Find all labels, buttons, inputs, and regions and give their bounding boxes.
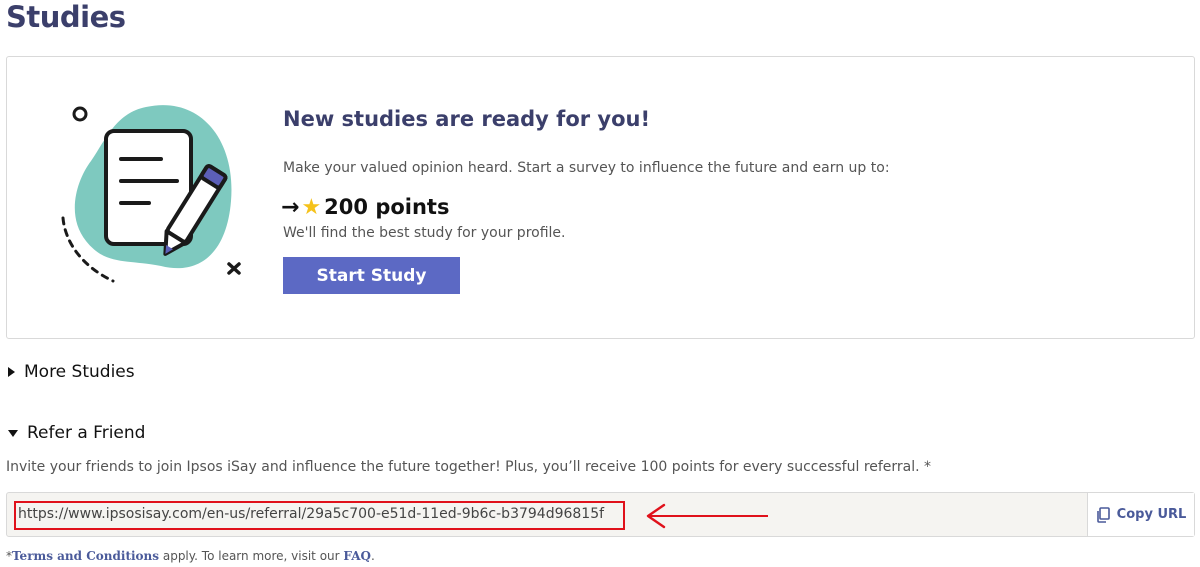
red-arrow-annotation: [646, 503, 768, 529]
refer-a-friend-label: Refer a Friend: [27, 423, 146, 443]
new-studies-card: New studies are ready for you! Make your…: [6, 56, 1195, 339]
referral-url-field: https://www.ipsosisay.com/en-us/referral…: [6, 492, 1195, 537]
footnote: *Terms and Conditions apply. To learn mo…: [6, 549, 375, 563]
more-studies-toggle[interactable]: More Studies: [8, 362, 135, 382]
refer-a-friend-toggle[interactable]: Refer a Friend: [8, 423, 145, 443]
footnote-suffix: .: [371, 549, 375, 563]
card-description: Make your valued opinion heard. Start a …: [283, 160, 890, 176]
points-row: → ★ 200 points: [281, 193, 449, 221]
copy-url-button[interactable]: Copy URL: [1087, 493, 1194, 536]
terms-and-conditions-link[interactable]: Terms and Conditions: [12, 549, 159, 563]
caret-right-icon: [8, 367, 15, 377]
caret-down-icon: [8, 429, 18, 437]
faq-link[interactable]: FAQ: [343, 549, 371, 563]
page-title: Studies: [6, 0, 126, 34]
copy-icon: [1096, 506, 1110, 523]
more-studies-label: More Studies: [24, 362, 135, 382]
url-highlight-box: [14, 501, 625, 530]
card-heading: New studies are ready for you!: [283, 107, 651, 131]
points-label: 200 points: [324, 195, 450, 219]
star-icon: ★: [301, 194, 322, 220]
refer-description: Invite your friends to join Ipsos iSay a…: [6, 459, 932, 475]
survey-document-pencil-icon: [61, 105, 241, 283]
card-subtext: We'll find the best study for your profi…: [283, 225, 566, 241]
start-study-button[interactable]: Start Study: [283, 257, 460, 294]
right-arrow-icon: →: [281, 194, 300, 220]
footnote-middle: apply. To learn more, visit our: [159, 549, 344, 563]
copy-url-label: Copy URL: [1116, 507, 1187, 522]
